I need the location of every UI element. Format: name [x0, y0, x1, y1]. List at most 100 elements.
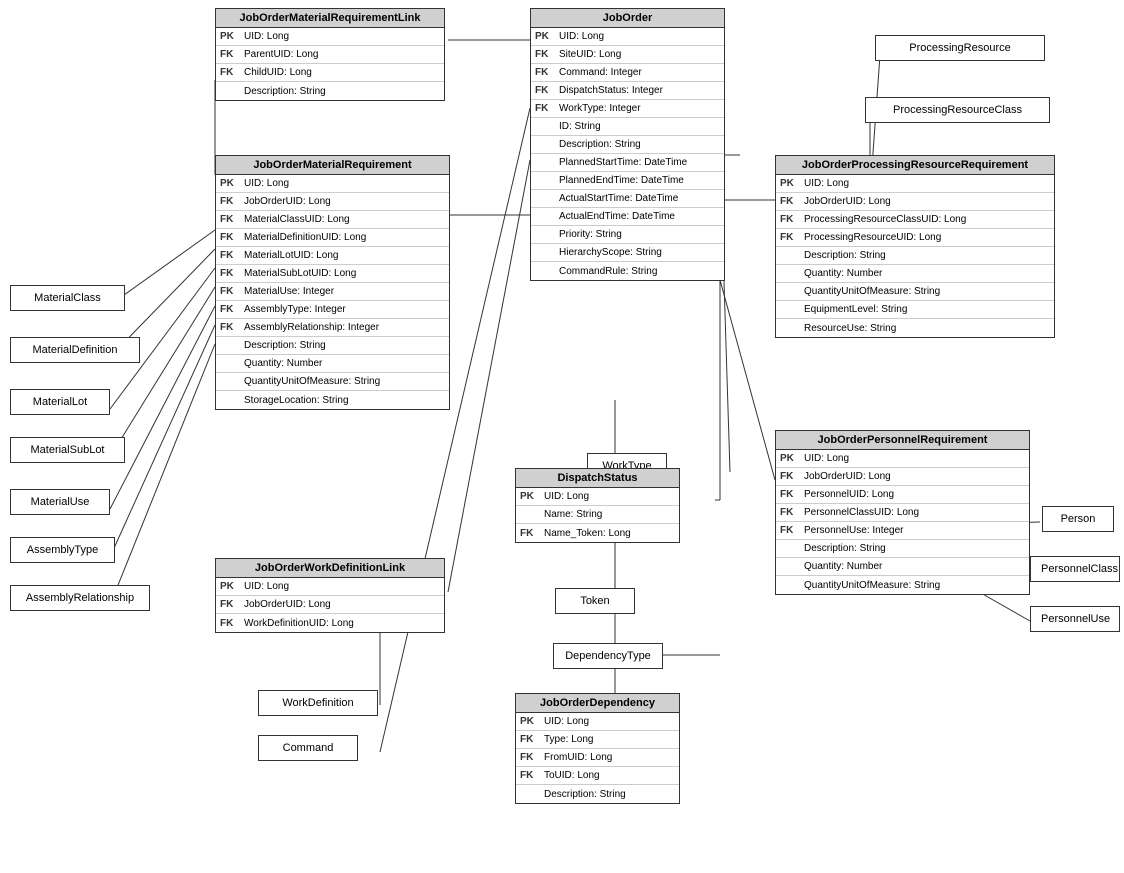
entity-token: Token: [555, 588, 635, 614]
entity-header-jomr: JobOrderMaterialRequirement: [216, 156, 449, 175]
row-jo-commandrule: CommandRule: String: [531, 262, 724, 280]
row-jo-fk-command: FK Command: Integer: [531, 64, 724, 82]
row-jomr-fk-assemblytype: FK AssemblyType: Integer: [216, 301, 449, 319]
row-joprr-description: Description: String: [776, 247, 1054, 265]
entity-header-joprr: JobOrderProcessingResourceRequirement: [776, 156, 1054, 175]
row-description: Description: String: [216, 82, 444, 100]
row-jowdl-fk-wduid: FK WorkDefinitionUID: Long: [216, 614, 444, 632]
row-jopr-description: Description: String: [776, 540, 1029, 558]
entity-dependencytype: DependencyType: [553, 643, 663, 669]
row-joprr-qtyuom: QuantityUnitOfMeasure: String: [776, 283, 1054, 301]
row-ds-pk-uid: PK UID: Long: [516, 488, 679, 506]
entity-materialdefinition: MaterialDefinition: [10, 337, 140, 363]
row-jod-description: Description: String: [516, 785, 679, 803]
row-jo-plannedend: PlannedEndTime: DateTime: [531, 172, 724, 190]
row-joprr-fk-jouid: FK JobOrderUID: Long: [776, 193, 1054, 211]
entity-person: Person: [1042, 506, 1114, 532]
entity-assemblyrelationship: AssemblyRelationship: [10, 585, 150, 611]
row-jod-fk-touid: FK ToUID: Long: [516, 767, 679, 785]
row-jowdl-fk-jouid: FK JobOrderUID: Long: [216, 596, 444, 614]
entity-materialuse: MaterialUse: [10, 489, 110, 515]
label-processingresourceclass: ProcessingResourceClass: [893, 104, 1022, 116]
row-jomr-fk-materialuse: FK MaterialUse: Integer: [216, 283, 449, 301]
entity-assemblytype: AssemblyType: [10, 537, 115, 563]
entity-joborderdependency: JobOrderDependency PK UID: Long FK Type:…: [515, 693, 680, 804]
label-materialdefinition: MaterialDefinition: [33, 344, 118, 356]
row-jomr-pk-uid: PK UID: Long: [216, 175, 449, 193]
entity-header-jobordermaterialrequirementlink: JobOrderMaterialRequirementLink: [216, 9, 444, 28]
entity-materiallot: MaterialLot: [10, 389, 110, 415]
label-person: Person: [1061, 513, 1096, 525]
row-joprr-fk-pruid: FK ProcessingResourceUID: Long: [776, 229, 1054, 247]
label-workdefinition: WorkDefinition: [282, 697, 353, 709]
row-jomr-fk-materialsublot: FK MaterialSubLotUID: Long: [216, 265, 449, 283]
entity-jobordermaterialrequirementlink: JobOrderMaterialRequirementLink PK UID: …: [215, 8, 445, 101]
row-jod-fk-fromuid: FK FromUID: Long: [516, 749, 679, 767]
row-jopr-qtyuom: QuantityUnitOfMeasure: String: [776, 576, 1029, 594]
diagram-container: JobOrderMaterialRequirementLink PK UID: …: [0, 0, 1124, 873]
row-joprr-fk-prclassuid: FK ProcessingResourceClassUID: Long: [776, 211, 1054, 229]
label-processingresource: ProcessingResource: [909, 42, 1011, 54]
row-ds-fk-nametoken: FK Name_Token: Long: [516, 524, 679, 542]
row-jod-fk-type: FK Type: Long: [516, 731, 679, 749]
row-jo-priority: Priority: String: [531, 226, 724, 244]
row-joprr-equiplevel: EquipmentLevel: String: [776, 301, 1054, 319]
entity-header-jopr: JobOrderPersonnelRequirement: [776, 431, 1029, 450]
label-materialclass: MaterialClass: [34, 292, 101, 304]
label-personneluse: PersonnelUse: [1041, 613, 1110, 625]
entity-dispatchstatus: DispatchStatus PK UID: Long Name: String…: [515, 468, 680, 543]
label-assemblytype: AssemblyType: [27, 544, 99, 556]
label-command: Command: [283, 742, 334, 754]
row-jopr-fk-jouid: FK JobOrderUID: Long: [776, 468, 1029, 486]
label-token: Token: [580, 595, 609, 607]
label-materialsublot: MaterialSubLot: [31, 444, 105, 456]
row-jod-pk-uid: PK UID: Long: [516, 713, 679, 731]
row-jo-plannedstart: PlannedStartTime: DateTime: [531, 154, 724, 172]
row-joprr-quantity: Quantity: Number: [776, 265, 1054, 283]
row-jo-fk-worktype: FK WorkType: Integer: [531, 100, 724, 118]
row-jowdl-pk-uid: PK UID: Long: [216, 578, 444, 596]
row-jopr-fk-personneluid: FK PersonnelUID: Long: [776, 486, 1029, 504]
entity-header-jod: JobOrderDependency: [516, 694, 679, 713]
entity-header-joborder: JobOrder: [531, 9, 724, 28]
row-jo-description: Description: String: [531, 136, 724, 154]
row-jo-fk-dispatchstatus: FK DispatchStatus: Integer: [531, 82, 724, 100]
entity-joborder: JobOrder PK UID: Long FK SiteUID: Long F…: [530, 8, 725, 281]
row-joprr-pk-uid: PK UID: Long: [776, 175, 1054, 193]
row-jomr-fk-materialdef: FK MaterialDefinitionUID: Long: [216, 229, 449, 247]
label-materiallot: MaterialLot: [33, 396, 87, 408]
label-dependencytype: DependencyType: [565, 650, 651, 662]
label-assemblyrelationship: AssemblyRelationship: [26, 592, 134, 604]
entity-joprr: JobOrderProcessingResourceRequirement PK…: [775, 155, 1055, 338]
row-fk-parentuid: FK ParentUID: Long: [216, 46, 444, 64]
entity-materialsublot: MaterialSubLot: [10, 437, 125, 463]
row-jo-id: ID: String: [531, 118, 724, 136]
row-jomr-fk-assemblyrel: FK AssemblyRelationship: Integer: [216, 319, 449, 337]
label-materialuse: MaterialUse: [31, 496, 90, 508]
row-jo-actualend: ActualEndTime: DateTime: [531, 208, 724, 226]
row-jomr-qtyuom: QuantityUnitOfMeasure: String: [216, 373, 449, 391]
entity-header-dispatchstatus: DispatchStatus: [516, 469, 679, 488]
row-jomr-fk-materiallot: FK MaterialLotUID: Long: [216, 247, 449, 265]
entity-materialclass: MaterialClass: [10, 285, 125, 311]
row-joprr-resourceuse: ResourceUse: String: [776, 319, 1054, 337]
entity-jobordermaterialrequirement: JobOrderMaterialRequirement PK UID: Long…: [215, 155, 450, 410]
row-jo-actualstart: ActualStartTime: DateTime: [531, 190, 724, 208]
entity-personnelclass: PersonnelClass: [1030, 556, 1120, 582]
row-pk-uid: PK UID: Long: [216, 28, 444, 46]
entity-processingresource: ProcessingResource: [875, 35, 1045, 61]
entity-personneluse: PersonnelUse: [1030, 606, 1120, 632]
row-jomr-quantity: Quantity: Number: [216, 355, 449, 373]
row-jomr-fk-jouid: FK JobOrderUID: Long: [216, 193, 449, 211]
entity-jowdl: JobOrderWorkDefinitionLink PK UID: Long …: [215, 558, 445, 633]
row-jopr-quantity: Quantity: Number: [776, 558, 1029, 576]
entity-command: Command: [258, 735, 358, 761]
row-jo-pk-uid: PK UID: Long: [531, 28, 724, 46]
row-jopr-fk-personneluse: FK PersonnelUse: Integer: [776, 522, 1029, 540]
row-jomr-description: Description: String: [216, 337, 449, 355]
label-personnelclass: PersonnelClass: [1041, 563, 1118, 575]
row-jo-hierarchyscope: HierarchyScope: String: [531, 244, 724, 262]
row-jomr-fk-materialclass: FK MaterialClassUID: Long: [216, 211, 449, 229]
row-jopr-fk-personnelclassuid: FK PersonnelClassUID: Long: [776, 504, 1029, 522]
entity-header-jowdl: JobOrderWorkDefinitionLink: [216, 559, 444, 578]
